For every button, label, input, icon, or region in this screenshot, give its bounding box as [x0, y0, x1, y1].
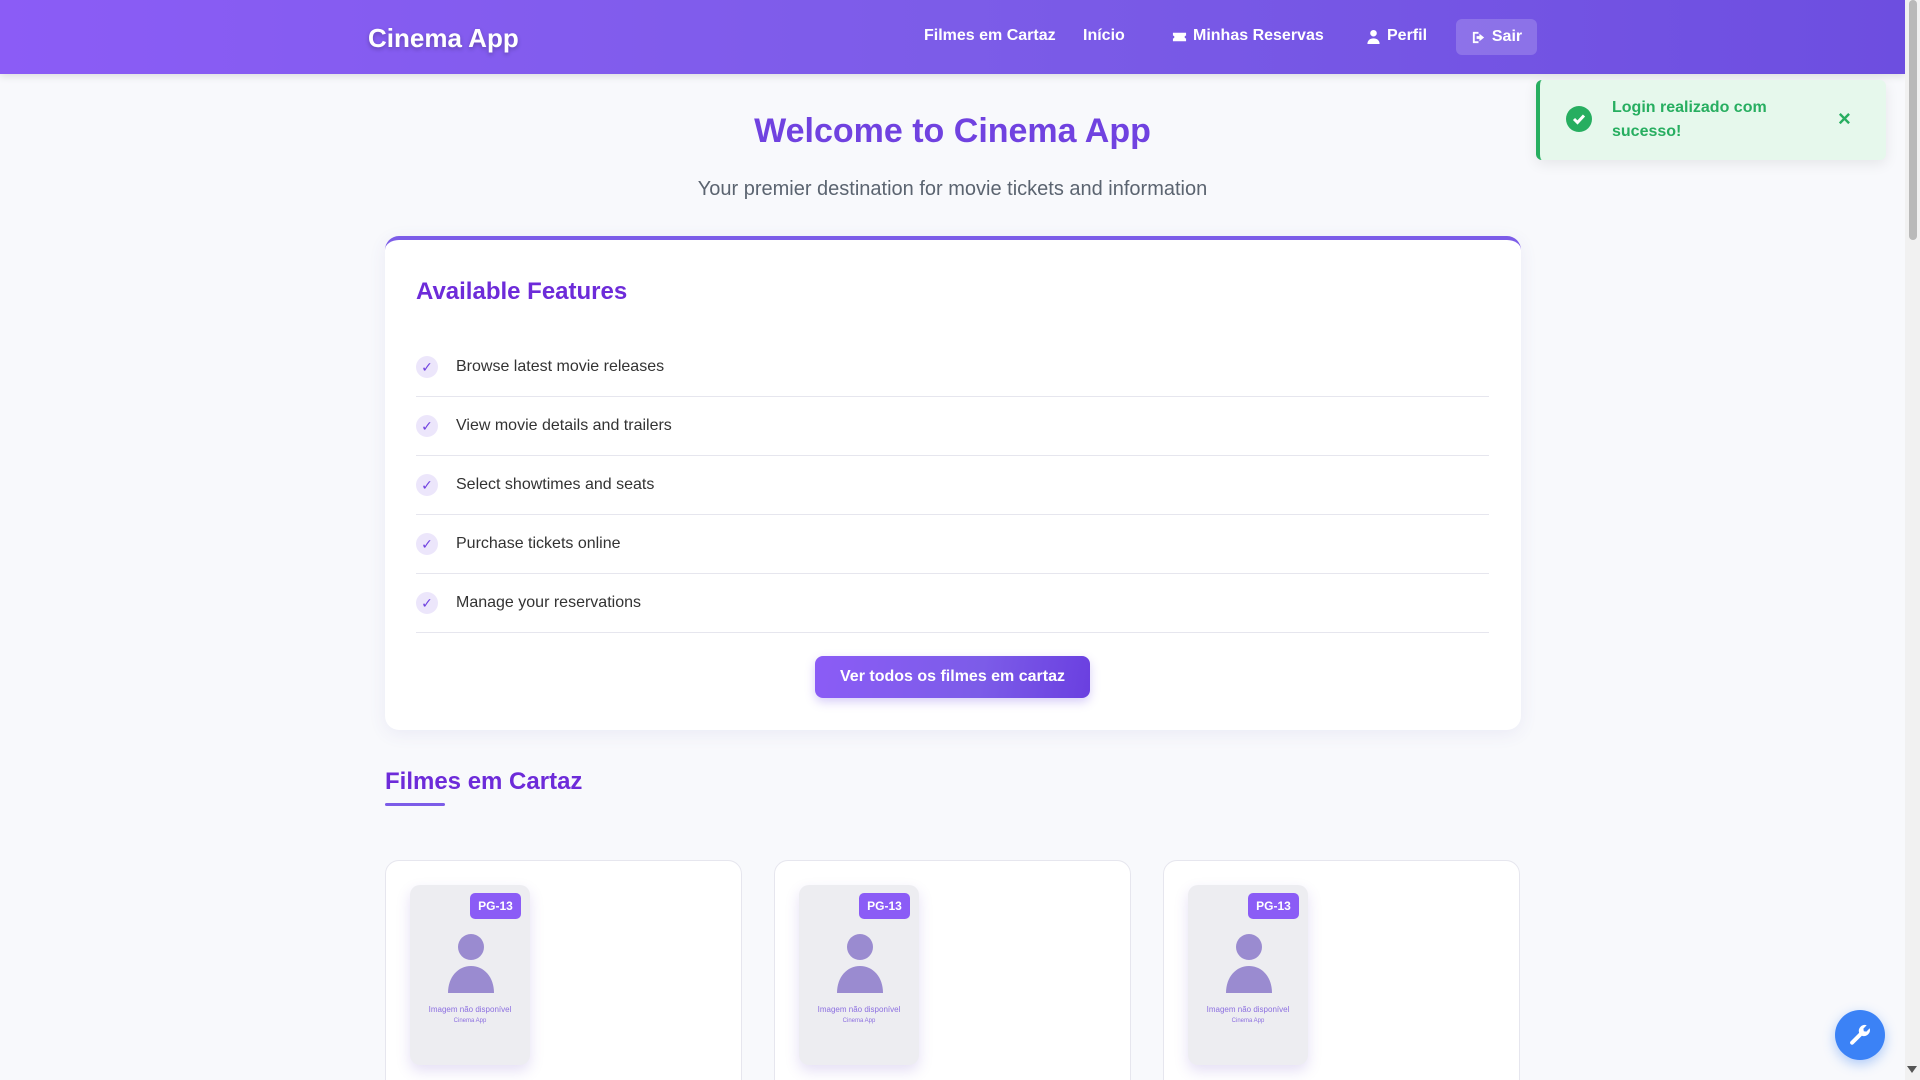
feature-text: View movie details and trailers — [456, 417, 672, 434]
scroll-down-arrow-icon[interactable] — [1907, 1066, 1917, 1073]
movie-poster[interactable]: PG-13 Imagem não disponível Cinema App — [1188, 885, 1308, 1065]
movie-poster[interactable]: PG-13 Imagem não disponível Cinema App — [410, 885, 530, 1065]
image-unavailable-text: Imagem não disponível — [1206, 1005, 1290, 1014]
nav-label: Filmes em Cartaz — [924, 27, 1056, 44]
feature-text: Select showtimes and seats — [456, 476, 655, 493]
logout-label: Sair — [1491, 28, 1523, 45]
rating-badge: PG-13 — [859, 893, 910, 919]
placeholder-person-icon — [1224, 933, 1274, 993]
feature-text: Purchase tickets online — [456, 535, 621, 552]
check-circle-icon — [1566, 106, 1592, 132]
view-all-movies-button[interactable]: Ver todos os filmes em cartaz — [815, 656, 1090, 698]
nav-label: Início — [1083, 27, 1125, 44]
feature-item: ✓ Manage your reservations — [416, 574, 1489, 633]
wrench-fab-button[interactable] — [1835, 1010, 1885, 1060]
toast-close-icon[interactable]: × — [1838, 106, 1851, 132]
toast-message: Login realizado com sucesso! — [1612, 99, 1767, 140]
movies-section-title: Filmes em Cartaz — [385, 768, 583, 795]
success-toast: Login realizado com sucesso! × — [1536, 80, 1886, 160]
rating-badge: PG-13 — [470, 893, 521, 919]
movie-card[interactable]: PG-13 Imagem não disponível Cinema App — [774, 860, 1131, 1080]
check-icon: ✓ — [416, 356, 438, 378]
rating-badge: PG-13 — [1248, 893, 1299, 919]
navbar: Cinema App Filmes em Cartaz Início Minha… — [0, 0, 1905, 74]
user-icon — [1367, 29, 1380, 44]
image-unavailable-sub: Cinema App — [842, 1018, 876, 1024]
feature-item: ✓ Select showtimes and seats — [416, 456, 1489, 515]
hero-subtitle: Your premier destination for movie ticke… — [697, 178, 1208, 200]
image-unavailable-sub: Cinema App — [453, 1018, 487, 1024]
section-title-underline — [385, 803, 445, 806]
wrench-icon — [1850, 1024, 1870, 1045]
nav-label: Minhas Reservas — [1193, 27, 1324, 44]
check-icon: ✓ — [416, 533, 438, 555]
page-scrollbar[interactable] — [1905, 0, 1920, 1080]
features-title: Available Features — [416, 278, 628, 305]
placeholder-person-icon — [835, 933, 885, 993]
nav-inicio[interactable]: Início — [1083, 27, 1125, 45]
nav-perfil[interactable]: Perfil — [1366, 27, 1427, 45]
movie-card[interactable]: PG-13 Imagem não disponível Cinema App — [1163, 860, 1520, 1080]
feature-text: Browse latest movie releases — [456, 358, 665, 375]
logout-button[interactable]: Sair — [1456, 19, 1537, 55]
image-unavailable-sub: Cinema App — [1231, 1018, 1265, 1024]
brand-logo[interactable]: Cinema App — [368, 23, 519, 54]
sign-out-icon — [1472, 31, 1484, 43]
placeholder-person-icon — [446, 933, 496, 993]
movie-card[interactable]: PG-13 Imagem não disponível Cinema App — [385, 860, 742, 1080]
feature-item: ✓ Purchase tickets online — [416, 515, 1489, 574]
features-card: Available Features ✓ Browse latest movie… — [385, 236, 1521, 730]
nav-minhas-reservas[interactable]: Minhas Reservas — [1172, 27, 1324, 45]
image-unavailable-text: Imagem não disponível — [428, 1005, 512, 1014]
check-icon: ✓ — [416, 592, 438, 614]
feature-text: Manage your reservations — [456, 594, 641, 611]
feature-item: ✓ Browse latest movie releases — [416, 338, 1489, 397]
feature-item: ✓ View movie details and trailers — [416, 397, 1489, 456]
nav-filmes-em-cartaz[interactable]: Filmes em Cartaz — [924, 27, 1056, 45]
check-icon: ✓ — [416, 415, 438, 437]
feature-list: ✓ Browse latest movie releases ✓ View mo… — [416, 338, 1489, 633]
check-icon: ✓ — [416, 474, 438, 496]
scrollbar-thumb[interactable] — [1909, 0, 1917, 240]
nav-label: Perfil — [1387, 27, 1428, 44]
ticket-icon — [1172, 32, 1187, 41]
image-unavailable-text: Imagem não disponível — [817, 1005, 901, 1014]
movie-poster[interactable]: PG-13 Imagem não disponível Cinema App — [799, 885, 919, 1065]
